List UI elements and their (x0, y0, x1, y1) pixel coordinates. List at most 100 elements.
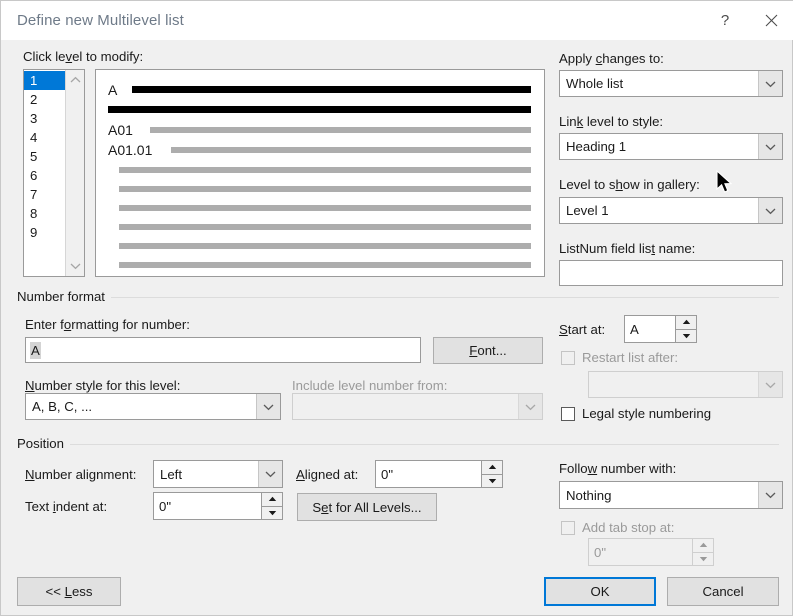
preview-bar-10 (119, 262, 531, 268)
add-tab-stop-label: Add tab stop at: (582, 520, 675, 535)
include-level-value (293, 394, 518, 419)
less-button[interactable]: << Less (17, 577, 121, 606)
font-button-label: Font... (469, 343, 507, 358)
gallery-level-value: Level 1 (566, 203, 609, 218)
level-item-8[interactable]: 8 (24, 204, 65, 223)
preview-row-3: A01 (96, 120, 544, 142)
set-for-all-levels-button[interactable]: Set for All Levels... (297, 493, 437, 521)
cancel-button-label: Cancel (702, 584, 744, 599)
add-tab-stop-spinner: 0" (588, 538, 714, 566)
add-tab-stop-checkbox-wrapper: Add tab stop at: (561, 520, 674, 535)
number-style-combo[interactable]: A, B, C, ... (25, 393, 281, 420)
aligned-at-spinner[interactable]: 0" (375, 460, 503, 488)
gallery-level-dropdown-button[interactable] (758, 198, 782, 223)
add-tab-stop-checkbox (561, 520, 575, 535)
set-for-all-levels-label: Set for All Levels... (312, 499, 422, 515)
level-item-2[interactable]: 2 (24, 90, 65, 109)
aligned-at-decrement-button[interactable] (482, 474, 502, 487)
start-at-spinner[interactable]: A (624, 315, 697, 343)
listnum-field-input[interactable] (559, 260, 783, 286)
number-style-dropdown-button[interactable] (256, 394, 280, 419)
legal-style-checkbox-wrapper[interactable]: Legal style numbering (561, 406, 711, 421)
number-alignment-combo[interactable]: Left (153, 460, 283, 488)
triangle-up-icon (682, 320, 690, 325)
include-level-dropdown-button (518, 394, 542, 419)
less-button-label: << Less (45, 584, 93, 599)
triangle-up-icon (699, 543, 707, 548)
link-level-dropdown-button[interactable] (758, 134, 782, 159)
mouse-cursor (716, 170, 733, 193)
triangle-up-icon (268, 497, 276, 502)
chevron-down-icon (765, 144, 776, 150)
chevron-down-icon (265, 471, 276, 478)
number-alignment-dropdown-button[interactable] (258, 461, 282, 487)
ok-button-label: OK (590, 584, 610, 599)
text-indent-increment-button[interactable] (262, 493, 282, 507)
position-group-line (17, 444, 779, 445)
start-at-spin-buttons (675, 316, 696, 342)
apply-changes-value: Whole list (566, 76, 624, 91)
start-at-decrement-button[interactable] (676, 329, 696, 342)
ok-button[interactable]: OK (544, 577, 656, 606)
number-alignment-value: Left (160, 466, 182, 482)
enter-formatting-label: Enter formatting for number: (25, 317, 190, 332)
level-list-scrollbar[interactable] (65, 70, 84, 276)
level-item-7[interactable]: 7 (24, 185, 65, 204)
text-indent-decrement-button[interactable] (262, 506, 282, 519)
cancel-button[interactable]: Cancel (667, 577, 779, 606)
preview-row-10 (96, 256, 544, 278)
preview-bar-5 (119, 167, 531, 173)
chevron-down-icon (765, 492, 776, 499)
link-level-combo[interactable]: Heading 1 (559, 133, 783, 160)
aligned-at-spin-buttons (481, 461, 502, 487)
level-list-items: 1 2 3 4 5 6 7 8 9 (24, 70, 65, 276)
level-item-5[interactable]: 5 (24, 147, 65, 166)
preview-bar-3 (150, 127, 531, 133)
chevron-down-icon (765, 382, 776, 388)
level-item-4[interactable]: 4 (24, 128, 65, 147)
level-item-3[interactable]: 3 (24, 109, 65, 128)
help-button[interactable]: ? (702, 1, 748, 39)
enter-formatting-value: A (30, 341, 41, 359)
apply-changes-dropdown-button[interactable] (758, 71, 782, 96)
restart-list-checkbox-wrapper: Restart list after: (561, 350, 678, 365)
scroll-up-button[interactable] (66, 71, 84, 89)
preview-bar-7 (119, 205, 531, 211)
start-at-increment-button[interactable] (676, 316, 696, 330)
follow-number-dropdown-button[interactable] (758, 482, 782, 508)
triangle-down-icon (682, 333, 690, 338)
number-format-group-label: Number format (17, 289, 111, 304)
level-listbox[interactable]: 1 2 3 4 5 6 7 8 9 (23, 69, 85, 277)
follow-number-combo[interactable]: Nothing (559, 481, 783, 509)
level-item-6[interactable]: 6 (24, 166, 65, 185)
position-group-label: Position (17, 436, 70, 451)
legal-style-checkbox[interactable] (561, 406, 575, 421)
text-indent-value: 0" (159, 498, 172, 514)
preview-bar-9 (119, 243, 531, 249)
triangle-down-icon (699, 556, 707, 561)
gallery-level-combo[interactable]: Level 1 (559, 197, 783, 224)
preview-bar-8 (119, 224, 531, 230)
triangle-down-icon (268, 510, 276, 515)
link-level-label: Link level to style: (559, 114, 664, 129)
preview-row-1: A (96, 80, 544, 102)
text-indent-spinner[interactable]: 0" (153, 492, 283, 520)
follow-number-value: Nothing (566, 487, 612, 503)
include-level-label: Include level number from: (292, 378, 448, 393)
chevron-down-icon (765, 81, 776, 87)
close-button[interactable] (748, 1, 793, 39)
enter-formatting-input[interactable]: A (25, 337, 421, 363)
preview-number-4: A01.01 (108, 142, 153, 158)
font-button[interactable]: Font... (433, 337, 543, 364)
help-question-icon: ? (720, 11, 730, 29)
gallery-level-label: Level to show in gallery: (559, 177, 700, 192)
scroll-down-button[interactable] (66, 257, 84, 275)
restart-list-value (589, 372, 758, 397)
preview-bar-1 (132, 86, 531, 93)
level-item-9[interactable]: 9 (24, 223, 65, 242)
aligned-at-increment-button[interactable] (482, 461, 502, 475)
level-item-1[interactable]: 1 (24, 71, 65, 90)
chevron-down-icon (525, 404, 536, 410)
apply-changes-combo[interactable]: Whole list (559, 70, 783, 97)
preview-bar-4 (171, 147, 531, 153)
